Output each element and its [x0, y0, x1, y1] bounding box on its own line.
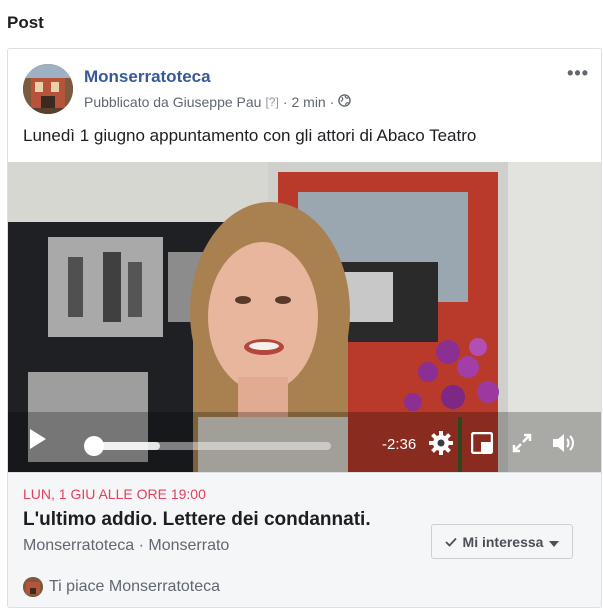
event-title[interactable]: L'ultimo addio. Lettere dei condannati.	[23, 509, 371, 531]
post-meta: Pubblicato da Giuseppe Pau [?] · 2 min ·	[84, 94, 352, 110]
post-text: Lunedì 1 giugno appuntamento con gli att…	[23, 126, 477, 145]
page-name-link[interactable]: Monserratoteca	[84, 67, 211, 87]
video-scrubber-handle[interactable]	[84, 436, 104, 456]
published-by: Pubblicato da Giuseppe Pau	[84, 94, 262, 110]
meta-separator: ·	[282, 94, 288, 110]
event-panel[interactable]: LUN, 1 GIU ALLE ORE 19:00 L'ultimo addio…	[8, 472, 601, 607]
post-time[interactable]: 2 min	[291, 94, 325, 110]
more-options-icon[interactable]: •••	[567, 63, 589, 84]
volume-icon[interactable]	[551, 431, 577, 460]
video-progress-track[interactable]	[94, 442, 331, 450]
play-icon[interactable]	[28, 428, 48, 455]
post-card: Monserratoteca Pubblicato da Giuseppe Pa…	[7, 48, 602, 608]
likes-row: Ti piace Monserratoteca	[23, 577, 220, 597]
check-icon	[444, 534, 457, 550]
meta-separator: ·	[329, 94, 335, 110]
video-player[interactable]: -2:36	[8, 162, 601, 472]
event-date: LUN, 1 GIU ALLE ORE 19:00	[23, 486, 206, 502]
help-link[interactable]: [?]	[265, 95, 278, 109]
interested-button-label: Mi interessa	[462, 533, 544, 550]
miniplayer-icon[interactable]	[470, 431, 494, 459]
interested-button[interactable]: Mi interessa	[431, 524, 573, 559]
likes-text: Ti piace Monserratoteca	[49, 578, 221, 595]
settings-icon[interactable]	[428, 430, 454, 461]
page-avatar[interactable]	[23, 64, 73, 114]
video-controls: -2:36	[8, 416, 601, 472]
event-location: Monserratoteca · Monserrato	[23, 537, 230, 554]
time-remaining: -2:36	[382, 436, 417, 453]
page-avatar-small	[23, 577, 43, 597]
fullscreen-icon[interactable]	[512, 433, 532, 458]
caret-down-icon	[549, 534, 560, 550]
section-title: Post	[7, 13, 44, 32]
globe-icon[interactable]	[338, 94, 352, 110]
